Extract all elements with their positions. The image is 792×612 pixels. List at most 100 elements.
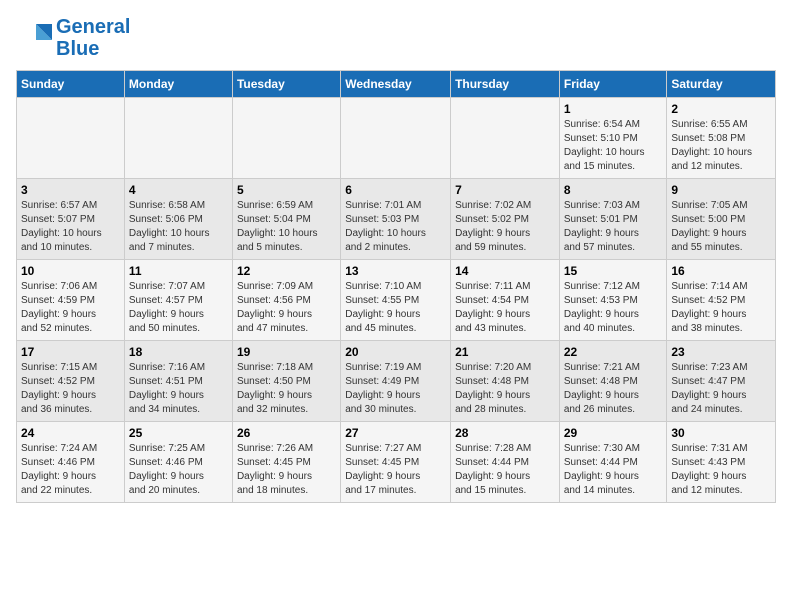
calendar-cell: 30Sunrise: 7:31 AM Sunset: 4:43 PM Dayli…	[667, 422, 776, 503]
calendar-cell	[124, 98, 232, 179]
calendar-cell: 11Sunrise: 7:07 AM Sunset: 4:57 PM Dayli…	[124, 260, 232, 341]
day-info: Sunrise: 7:14 AM Sunset: 4:52 PM Dayligh…	[671, 280, 771, 336]
logo-line2: Blue	[56, 38, 99, 60]
day-number: 7	[455, 183, 555, 197]
calendar-cell: 21 Sunrise: 7:20 AM Sunset: 4:48 PM Dayli…	[451, 341, 560, 422]
day-info: Sunrise: 7:02 AM Sunset: 5:02 PM Dayligh…	[455, 199, 555, 255]
calendar-cell: 6 Sunrise: 7:01 AM Sunset: 5:03 PM Daylig…	[341, 179, 451, 260]
day-info: Sunrise: 7:01 AM Sunset: 5:03 PM Dayligh…	[345, 199, 446, 255]
logo-text: General Blue	[56, 16, 130, 60]
day-info: Sunrise: 7:12 AM Sunset: 4:53 PM Dayligh…	[564, 280, 663, 336]
col-header-wednesday: Wednesday	[341, 71, 451, 98]
day-number: 26	[237, 426, 336, 440]
day-number: 27	[345, 426, 446, 440]
day-info: Sunrise: 7:06 AM Sunset: 4:59 PM Dayligh…	[21, 280, 120, 336]
calendar-cell: 13 Sunrise: 7:10 AM Sunset: 4:55 PM Dayli…	[341, 260, 451, 341]
day-info: Sunrise: 7:26 AM Sunset: 4:45 PM Dayligh…	[237, 442, 336, 498]
day-number: 25	[129, 426, 228, 440]
day-number: 21	[455, 345, 555, 359]
day-info: Sunrise: 7:05 AM Sunset: 5:00 PM Dayligh…	[671, 199, 771, 255]
day-info: Sunrise: 7:25 AM Sunset: 4:46 PM Dayligh…	[129, 442, 228, 498]
calendar-cell: 18 Sunrise: 7:16 AM Sunset: 4:51 PM Dayli…	[124, 341, 232, 422]
calendar-cell	[232, 98, 340, 179]
day-info: Sunrise: 6:54 AM Sunset: 5:10 PM Dayligh…	[564, 118, 663, 174]
day-number: 15	[564, 264, 663, 278]
day-number: 6	[345, 183, 446, 197]
day-number: 12	[237, 264, 336, 278]
day-number: 3	[21, 183, 120, 197]
page-header: General Blue	[16, 16, 776, 60]
calendar-cell: 2Sunrise: 6:55 AM Sunset: 5:08 PM Daylig…	[667, 98, 776, 179]
calendar-cell: 1 Sunrise: 6:54 AM Sunset: 5:10 PM Daylig…	[559, 98, 667, 179]
calendar-cell: 16Sunrise: 7:14 AM Sunset: 4:52 PM Dayli…	[667, 260, 776, 341]
calendar-cell: 26 Sunrise: 7:26 AM Sunset: 4:45 PM Dayli…	[232, 422, 340, 503]
calendar-cell: 29 Sunrise: 7:30 AM Sunset: 4:44 PM Dayli…	[559, 422, 667, 503]
col-header-friday: Friday	[559, 71, 667, 98]
calendar-cell	[451, 98, 560, 179]
day-number: 18	[129, 345, 228, 359]
calendar-cell: 20 Sunrise: 7:19 AM Sunset: 4:49 PM Dayli…	[341, 341, 451, 422]
day-number: 20	[345, 345, 446, 359]
day-info: Sunrise: 7:30 AM Sunset: 4:44 PM Dayligh…	[564, 442, 663, 498]
day-number: 9	[671, 183, 771, 197]
day-info: Sunrise: 6:57 AM Sunset: 5:07 PM Dayligh…	[21, 199, 120, 255]
day-info: Sunrise: 7:31 AM Sunset: 4:43 PM Dayligh…	[671, 442, 771, 498]
logo: General Blue	[16, 16, 130, 60]
day-number: 8	[564, 183, 663, 197]
col-header-thursday: Thursday	[451, 71, 560, 98]
day-info: Sunrise: 7:10 AM Sunset: 4:55 PM Dayligh…	[345, 280, 446, 336]
day-number: 10	[21, 264, 120, 278]
day-number: 17	[21, 345, 120, 359]
calendar-week-1: 1 Sunrise: 6:54 AM Sunset: 5:10 PM Daylig…	[17, 98, 776, 179]
calendar-cell: 9 Sunrise: 7:05 AM Sunset: 5:00 PM Daylig…	[667, 179, 776, 260]
day-number: 2	[671, 102, 771, 116]
day-number: 24	[21, 426, 120, 440]
day-info: Sunrise: 7:11 AM Sunset: 4:54 PM Dayligh…	[455, 280, 555, 336]
day-info: Sunrise: 7:03 AM Sunset: 5:01 PM Dayligh…	[564, 199, 663, 255]
calendar-cell: 5 Sunrise: 6:59 AM Sunset: 5:04 PM Daylig…	[232, 179, 340, 260]
calendar-cell: 8 Sunrise: 7:03 AM Sunset: 5:01 PM Daylig…	[559, 179, 667, 260]
day-number: 4	[129, 183, 228, 197]
day-info: Sunrise: 7:16 AM Sunset: 4:51 PM Dayligh…	[129, 361, 228, 417]
calendar-cell: 14 Sunrise: 7:11 AM Sunset: 4:54 PM Dayli…	[451, 260, 560, 341]
day-number: 29	[564, 426, 663, 440]
col-header-tuesday: Tuesday	[232, 71, 340, 98]
calendar-week-5: 24 Sunrise: 7:24 AM Sunset: 4:46 PM Dayli…	[17, 422, 776, 503]
calendar-cell: 19 Sunrise: 7:18 AM Sunset: 4:50 PM Dayli…	[232, 341, 340, 422]
calendar-week-2: 3 Sunrise: 6:57 AM Sunset: 5:07 PM Daylig…	[17, 179, 776, 260]
day-info: Sunrise: 7:24 AM Sunset: 4:46 PM Dayligh…	[21, 442, 120, 498]
day-info: Sunrise: 6:58 AM Sunset: 5:06 PM Dayligh…	[129, 199, 228, 255]
day-info: Sunrise: 7:19 AM Sunset: 4:49 PM Dayligh…	[345, 361, 446, 417]
day-info: Sunrise: 7:15 AM Sunset: 4:52 PM Dayligh…	[21, 361, 120, 417]
calendar-cell: 28Sunrise: 7:28 AM Sunset: 4:44 PM Dayli…	[451, 422, 560, 503]
calendar-table: SundayMondayTuesdayWednesdayThursdayFrid…	[16, 70, 776, 503]
calendar-header-row: SundayMondayTuesdayWednesdayThursdayFrid…	[17, 71, 776, 98]
day-number: 14	[455, 264, 555, 278]
day-number: 11	[129, 264, 228, 278]
col-header-monday: Monday	[124, 71, 232, 98]
calendar-cell: 12Sunrise: 7:09 AM Sunset: 4:56 PM Dayli…	[232, 260, 340, 341]
calendar-cell	[341, 98, 451, 179]
day-info: Sunrise: 6:59 AM Sunset: 5:04 PM Dayligh…	[237, 199, 336, 255]
day-info: Sunrise: 7:20 AM Sunset: 4:48 PM Dayligh…	[455, 361, 555, 417]
calendar-cell: 10 Sunrise: 7:06 AM Sunset: 4:59 PM Dayli…	[17, 260, 125, 341]
day-number: 19	[237, 345, 336, 359]
calendar-week-4: 17 Sunrise: 7:15 AM Sunset: 4:52 PM Dayli…	[17, 341, 776, 422]
calendar-cell: 4 Sunrise: 6:58 AM Sunset: 5:06 PM Daylig…	[124, 179, 232, 260]
calendar-cell: 15 Sunrise: 7:12 AM Sunset: 4:53 PM Dayli…	[559, 260, 667, 341]
day-number: 13	[345, 264, 446, 278]
calendar-week-3: 10 Sunrise: 7:06 AM Sunset: 4:59 PM Dayli…	[17, 260, 776, 341]
calendar-cell: 3 Sunrise: 6:57 AM Sunset: 5:07 PM Daylig…	[17, 179, 125, 260]
calendar-cell: 22 Sunrise: 7:21 AM Sunset: 4:48 PM Dayli…	[559, 341, 667, 422]
calendar-cell: 17 Sunrise: 7:15 AM Sunset: 4:52 PM Dayli…	[17, 341, 125, 422]
calendar-cell: 25 Sunrise: 7:25 AM Sunset: 4:46 PM Dayli…	[124, 422, 232, 503]
day-info: Sunrise: 7:27 AM Sunset: 4:45 PM Dayligh…	[345, 442, 446, 498]
day-info: Sunrise: 7:21 AM Sunset: 4:48 PM Dayligh…	[564, 361, 663, 417]
day-number: 1	[564, 102, 663, 116]
day-info: Sunrise: 7:18 AM Sunset: 4:50 PM Dayligh…	[237, 361, 336, 417]
day-number: 5	[237, 183, 336, 197]
day-info: Sunrise: 7:23 AM Sunset: 4:47 PM Dayligh…	[671, 361, 771, 417]
day-number: 23	[671, 345, 771, 359]
day-number: 22	[564, 345, 663, 359]
calendar-cell: 27 Sunrise: 7:27 AM Sunset: 4:45 PM Dayli…	[341, 422, 451, 503]
